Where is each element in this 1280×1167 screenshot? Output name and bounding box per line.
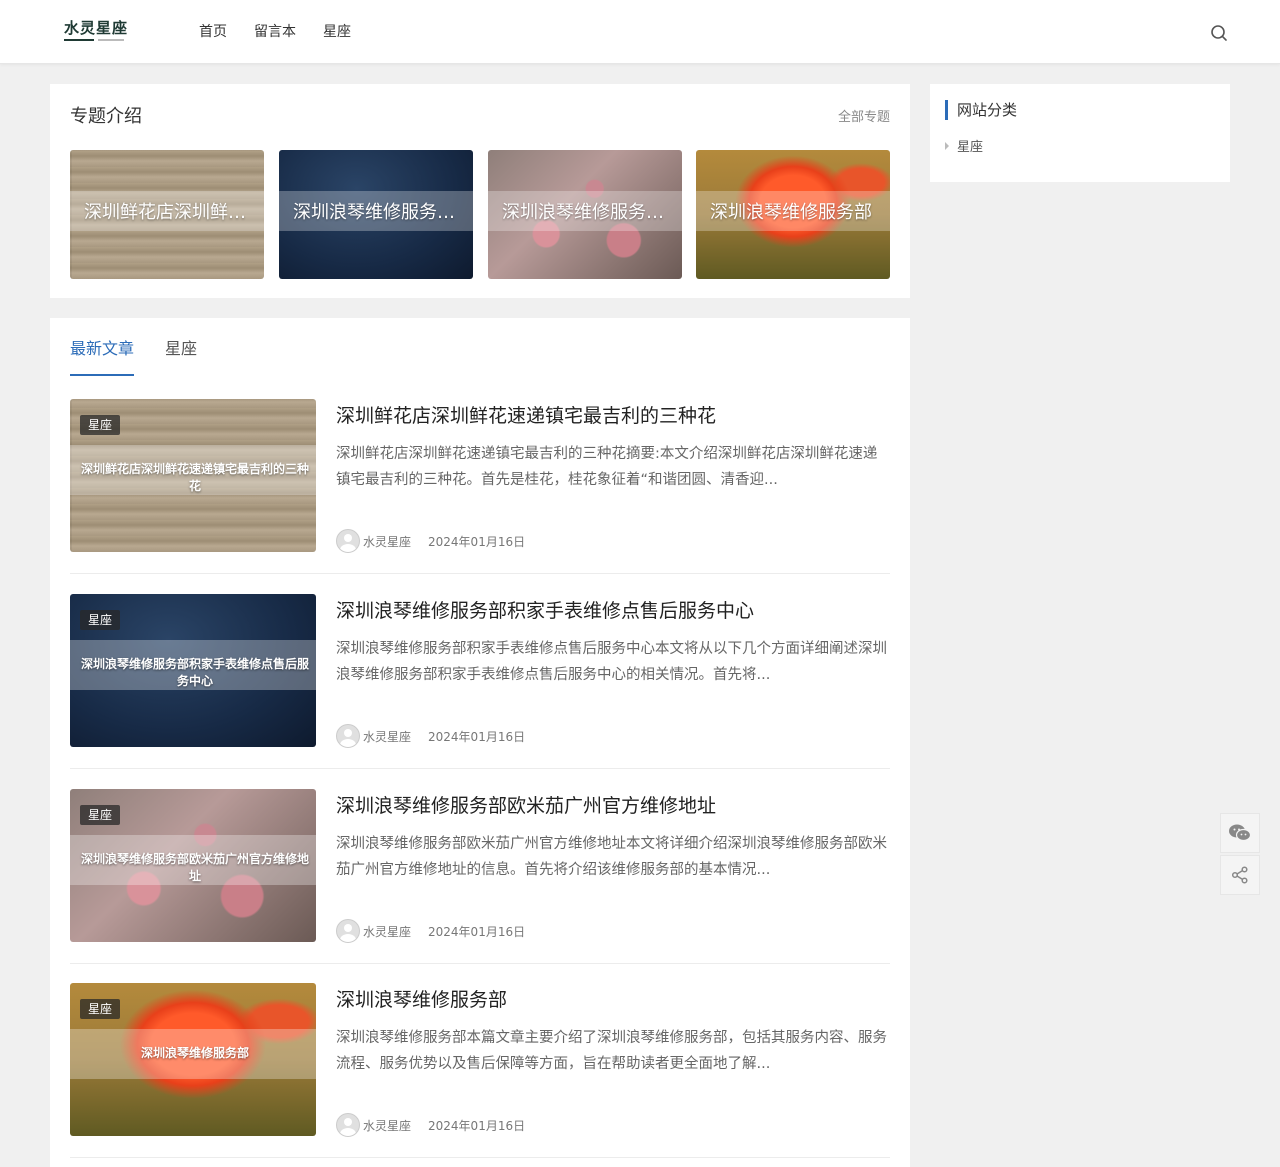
topics-panel: 专题介绍 全部专题 深圳鲜花店深圳鲜花速递镇宅最吉利的三种花 深圳浪琴维修服务部…: [50, 84, 910, 298]
thumb-caption: 深圳浪琴维修服务部欧米茄广州官方维修地址: [80, 852, 309, 883]
post-date: 2024年01月16日: [428, 729, 526, 744]
logo-text: 水灵星座: [64, 19, 129, 37]
post-author[interactable]: 水灵星座: [363, 533, 411, 550]
topic-card-title: 深圳浪琴维修服务部: [710, 202, 872, 223]
thumb-caption: 深圳浪琴维修服务部: [140, 1046, 249, 1060]
category-badge[interactable]: 星座: [80, 415, 121, 435]
topic-card[interactable]: 深圳浪琴维修服务部: [696, 150, 890, 279]
share-icon[interactable]: [1220, 855, 1260, 895]
avatar: [336, 919, 360, 943]
posts-panel: 最新文章 星座 星座 深圳鲜花店深圳鲜花速递镇宅最吉利的三种花 深圳鲜花店深圳鲜…: [50, 318, 910, 1167]
wechat-icon[interactable]: [1220, 813, 1260, 853]
all-topics-link[interactable]: 全部专题: [838, 109, 890, 127]
avatar: [336, 529, 360, 553]
post-excerpt: 深圳浪琴维修服务部本篇文章主要介绍了深圳浪琴维修服务部，包括其服务内容、服务流程…: [336, 1030, 887, 1072]
nav-item-guestbook[interactable]: 留言本: [254, 22, 296, 42]
sidebar-item-constellation[interactable]: 星座: [945, 139, 983, 157]
topic-card-title: 深圳浪琴维修服务部积家手表维修点售后服务中心: [293, 202, 463, 223]
list-item: 星座 深圳鲜花店深圳鲜花速递镇宅最吉利的三种花 深圳鲜花店深圳鲜花速递镇宅最吉利…: [70, 399, 890, 574]
post-meta: 水灵星座 2024年01月16日: [336, 1113, 525, 1137]
category-badge[interactable]: 星座: [80, 610, 121, 630]
post-thumbnail[interactable]: 星座 深圳浪琴维修服务部: [70, 983, 316, 1136]
post-author[interactable]: 水灵星座: [363, 1117, 411, 1134]
topic-card-title: 深圳浪琴维修服务部欧米茄广州官方维修地址: [502, 202, 672, 223]
post-tabs: 最新文章 星座: [70, 338, 228, 376]
topic-card[interactable]: 深圳浪琴维修服务部欧米茄广州官方维修地址: [488, 150, 682, 279]
post-title[interactable]: 深圳浪琴维修服务部: [336, 987, 507, 1013]
post-meta: 水灵星座 2024年01月16日: [336, 724, 525, 748]
post-title[interactable]: 深圳浪琴维修服务部积家手表维修点售后服务中心: [336, 598, 754, 624]
post-excerpt: 深圳鲜花店深圳鲜花速递镇宅最吉利的三种花摘要:本文介绍深圳鲜花店深圳鲜花速递镇宅…: [336, 446, 878, 488]
post-author[interactable]: 水灵星座: [363, 923, 411, 940]
post-meta: 水灵星座 2024年01月16日: [336, 529, 525, 553]
post-meta: 水灵星座 2024年01月16日: [336, 919, 525, 943]
topic-card[interactable]: 深圳鲜花店深圳鲜花速递镇宅最吉利的三种花: [70, 150, 264, 279]
list-item: 星座 深圳浪琴维修服务部 深圳浪琴维修服务部 深圳浪琴维修服务部本篇文章主要介绍…: [70, 983, 890, 1158]
post-thumbnail[interactable]: 星座 深圳浪琴维修服务部欧米茄广州官方维修地址: [70, 789, 316, 942]
post-excerpt: 深圳浪琴维修服务部欧米茄广州官方维修地址本文将详细介绍深圳浪琴维修服务部欧米茄广…: [336, 836, 887, 878]
tab-constellation[interactable]: 星座: [165, 338, 197, 376]
avatar: [336, 1113, 360, 1137]
search-icon[interactable]: [1208, 22, 1230, 44]
logo-underline: [64, 39, 94, 41]
thumb-caption: 深圳浪琴维修服务部积家手表维修点售后服务中心: [80, 657, 309, 688]
site-logo[interactable]: 水灵星座: [64, 20, 128, 46]
thumb-caption: 深圳鲜花店深圳鲜花速递镇宅最吉利的三种花: [80, 462, 309, 493]
main-nav: 首页 留言本 星座: [199, 22, 378, 42]
post-title[interactable]: 深圳鲜花店深圳鲜花速递镇宅最吉利的三种花: [336, 403, 716, 429]
nav-item-home[interactable]: 首页: [199, 22, 227, 42]
post-title[interactable]: 深圳浪琴维修服务部欧米茄广州官方维修地址: [336, 793, 716, 819]
post-excerpt: 深圳浪琴维修服务部积家手表维修点售后服务中心本文将从以下几个方面详细阐述深圳浪琴…: [336, 641, 887, 683]
list-item: 星座 深圳浪琴维修服务部积家手表维修点售后服务中心 深圳浪琴维修服务部积家手表维…: [70, 594, 890, 769]
post-date: 2024年01月16日: [428, 1118, 526, 1133]
site-header: 水灵星座 首页 留言本 星座: [0, 0, 1280, 64]
category-badge[interactable]: 星座: [80, 999, 121, 1019]
post-thumbnail[interactable]: 星座 深圳鲜花店深圳鲜花速递镇宅最吉利的三种花: [70, 399, 316, 552]
topics-title: 专题介绍: [70, 106, 142, 127]
topic-card[interactable]: 深圳浪琴维修服务部积家手表维修点售后服务中心: [279, 150, 473, 279]
post-thumbnail[interactable]: 星座 深圳浪琴维修服务部积家手表维修点售后服务中心: [70, 594, 316, 747]
caret-right-icon: [945, 142, 949, 150]
avatar: [336, 724, 360, 748]
category-badge[interactable]: 星座: [80, 805, 121, 825]
tab-latest[interactable]: 最新文章: [70, 338, 135, 376]
post-date: 2024年01月16日: [428, 534, 526, 549]
logo-subline: [98, 39, 124, 41]
list-item: 星座 深圳浪琴维修服务部欧米茄广州官方维修地址 深圳浪琴维修服务部欧米茄广州官方…: [70, 789, 890, 964]
nav-item-constellation[interactable]: 星座: [323, 22, 351, 42]
post-author[interactable]: 水灵星座: [363, 728, 411, 745]
sidebar-item-label: 星座: [957, 140, 984, 155]
post-date: 2024年01月16日: [428, 924, 526, 939]
topic-card-title: 深圳鲜花店深圳鲜花速递镇宅最吉利的三种花: [84, 202, 254, 223]
sidebar-categories: 网站分类 星座: [930, 84, 1230, 182]
sidebar-title: 网站分类: [945, 100, 1017, 120]
